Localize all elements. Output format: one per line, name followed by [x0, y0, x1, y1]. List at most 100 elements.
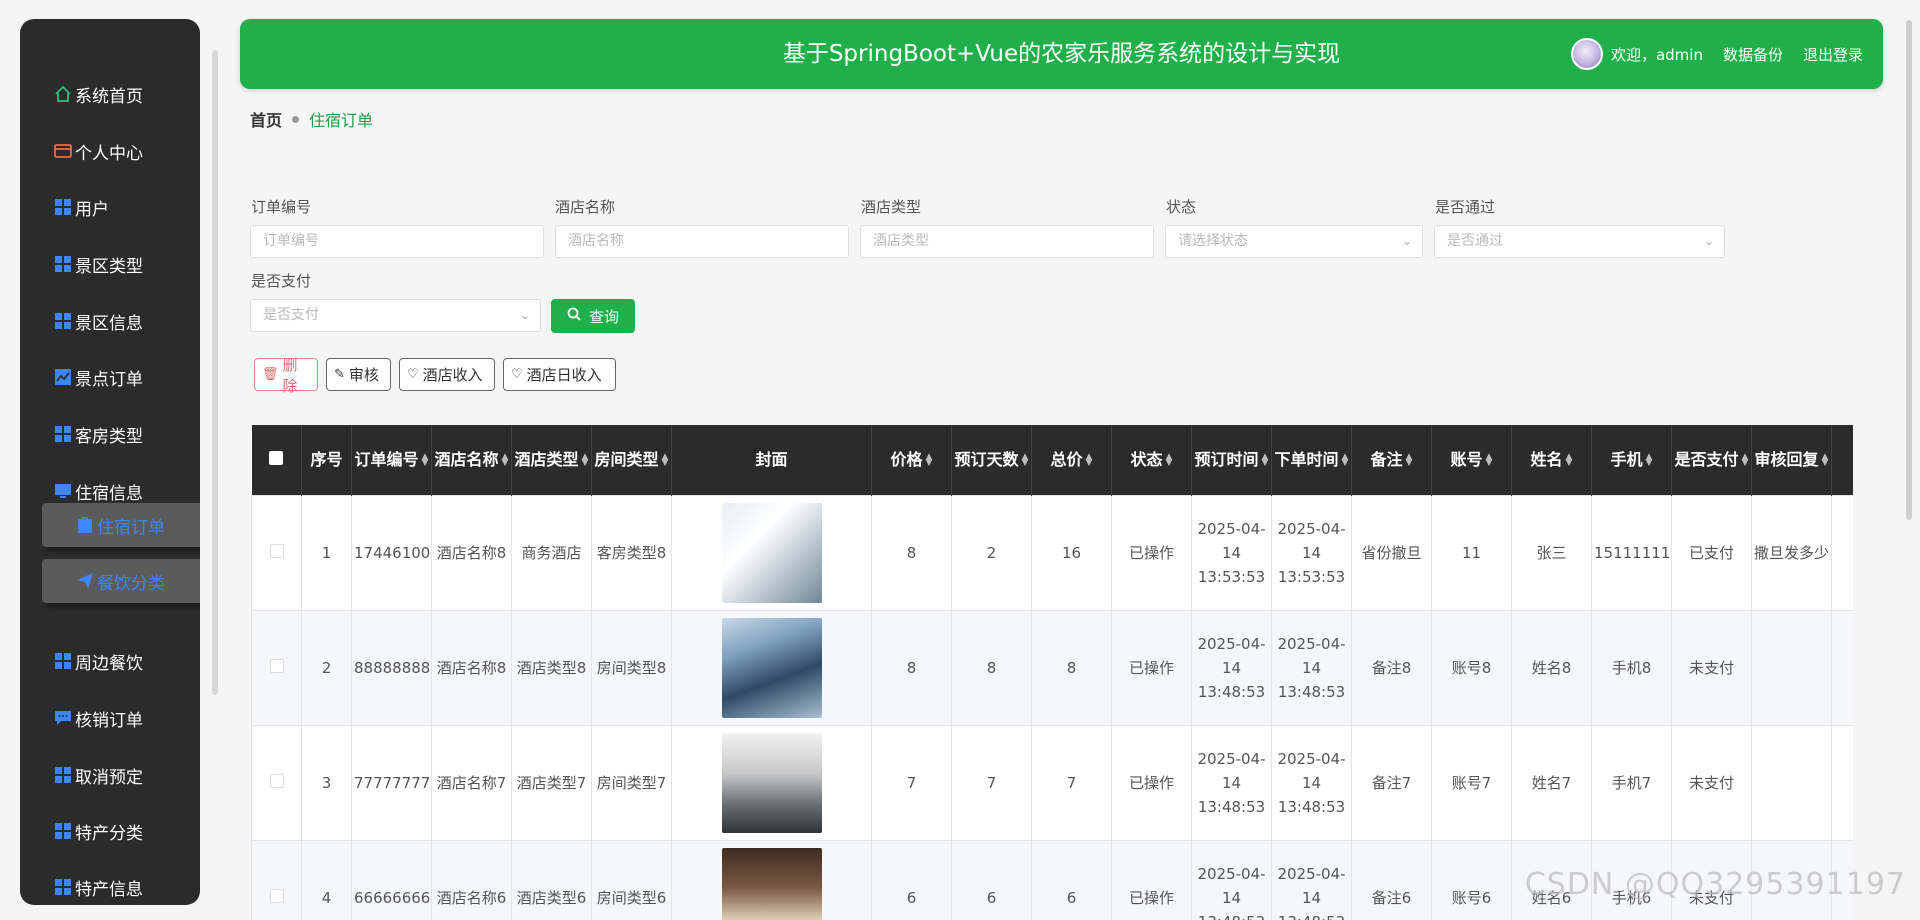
cell-days: 2: [951, 494, 1032, 611]
table-row[interactable]: 1 1744610033467 酒店名称8 商务酒店 客房类型8 8 2 16 …: [251, 494, 1853, 611]
column-header-paid[interactable]: 是否支付 ▲ ▼: [1671, 425, 1752, 495]
sort-icon: ▲ ▼: [1021, 452, 1029, 469]
sort-icon: ▲ ▼: [1821, 452, 1829, 469]
sidebar-item-lodging-orders[interactable]: 住宿订单: [42, 503, 200, 547]
sidebar-item-catering-categories[interactable]: 餐饮分类: [42, 559, 200, 603]
review-button-label: 审核: [348, 366, 379, 384]
watermark: CSDN @QQ3295391197: [1524, 867, 1906, 902]
hotel-type-input[interactable]: 酒店类型: [860, 225, 1154, 258]
row-checkbox[interactable]: [269, 658, 284, 673]
cell-name: 姓名7: [1511, 724, 1592, 841]
select-all-checkbox[interactable]: [251, 425, 302, 495]
paid-select[interactable]: 是否支付 ⌄: [250, 299, 541, 332]
column-header-phone[interactable]: 手机 ▲ ▼: [1591, 425, 1672, 495]
chevron-down-icon: ⌄: [1401, 234, 1412, 248]
status-select[interactable]: 请选择状态 ⌄: [1165, 225, 1423, 258]
review-button[interactable]: ✎ 审核: [326, 358, 391, 391]
table-row[interactable]: 3 7777777777 酒店名称7 酒店类型7 房间类型7 7 7 7 已操作…: [251, 724, 1853, 841]
column-header-review[interactable]: 审: [1831, 425, 1853, 495]
sidebar-item-room-types[interactable]: 客房类型: [20, 412, 200, 456]
cover-image[interactable]: [721, 732, 822, 833]
table-row[interactable]: 2 8888888888 酒店名称8 酒店类型8 房间类型8 8 8 8 已操作…: [251, 609, 1853, 726]
column-header-review-reply[interactable]: 审核回复 ▲ ▼: [1751, 425, 1832, 495]
approved-select[interactable]: 是否通过 ⌄: [1434, 225, 1725, 258]
sidebar-item-users[interactable]: 用户: [20, 185, 200, 229]
hotel-daily-income-button[interactable]: ♡ 酒店日收入: [503, 358, 616, 391]
backup-link[interactable]: 数据备份: [1723, 44, 1783, 65]
heart-icon: ♡: [407, 367, 419, 382]
sort-icon: ▲ ▼: [1341, 452, 1349, 469]
breadcrumb: 首页 住宿订单: [250, 107, 373, 131]
cell-hotel-type: 酒店类型7: [511, 724, 592, 841]
column-header-note[interactable]: 备注 ▲ ▼: [1351, 425, 1432, 495]
column-header-name[interactable]: 姓名 ▲ ▼: [1511, 425, 1592, 495]
breadcrumb-home[interactable]: 首页: [250, 107, 282, 131]
cover-image[interactable]: [721, 502, 822, 603]
sort-icon: ▲ ▼: [661, 452, 669, 469]
cover-image[interactable]: [721, 617, 822, 718]
avatar[interactable]: [1570, 38, 1603, 70]
column-header-room-type[interactable]: 房间类型 ▲ ▼: [591, 425, 672, 495]
cover-image[interactable]: [721, 847, 822, 920]
cell-review: [1831, 494, 1853, 611]
order-number-input[interactable]: 订单编号: [250, 225, 544, 258]
column-header-status[interactable]: 状态 ▲ ▼: [1111, 425, 1192, 495]
sidebar-item-cancel-booking[interactable]: 取消预定: [20, 753, 200, 797]
column-header-booking-time[interactable]: 预订时间 ▲ ▼: [1191, 425, 1272, 495]
send-icon: [76, 572, 94, 590]
sort-icon: ▲ ▼: [1565, 452, 1573, 469]
sidebar-item-nearby-dining[interactable]: 周边餐饮: [20, 639, 200, 683]
trash-icon: 🗑: [262, 367, 279, 382]
status-select-placeholder: 请选择状态: [1178, 233, 1248, 249]
sidebar-item-label: 景区信息: [75, 313, 143, 334]
sort-icon: ▲ ▼: [1261, 452, 1269, 469]
grid-icon: [54, 312, 72, 330]
sidebar-item-label: 住宿信息: [75, 483, 143, 504]
column-header-account[interactable]: 账号 ▲ ▼: [1431, 425, 1512, 495]
cell-index: 1: [301, 494, 352, 611]
cell-total: 8: [1031, 609, 1112, 726]
search-button[interactable]: 查询: [551, 299, 635, 333]
sidebar-item-verify-orders[interactable]: 核销订单: [20, 696, 200, 740]
sidebar-item-home[interactable]: 系统首页: [20, 72, 200, 116]
cell-price: 8: [871, 609, 952, 726]
status-label: 状态: [1166, 198, 1197, 216]
cell-hotel-name: 酒店名称7: [431, 724, 512, 841]
logout-link[interactable]: 退出登录: [1803, 44, 1863, 65]
sidebar-scrollbar[interactable]: [212, 50, 218, 695]
column-header-days[interactable]: 预订天数 ▲ ▼: [951, 425, 1032, 495]
cell-note: 备注8: [1351, 609, 1432, 726]
column-header-hotel-type[interactable]: 酒店类型 ▲ ▼: [511, 425, 592, 495]
sidebar-item-specialty-info[interactable]: 特产信息: [20, 865, 200, 905]
sidebar-item-scenic-types[interactable]: 景区类型: [20, 242, 200, 286]
page-scrollbar[interactable]: [1906, 20, 1912, 520]
sidebar-item-profile[interactable]: 个人中心: [20, 129, 200, 173]
sidebar-item-label: 特产分类: [75, 823, 143, 844]
sidebar-item-scenic-orders[interactable]: 景点订单: [20, 355, 200, 399]
column-header-price[interactable]: 价格 ▲ ▼: [871, 425, 952, 495]
cell-hotel-type: 酒店类型6: [511, 839, 592, 920]
hotel-name-input[interactable]: 酒店名称: [555, 225, 849, 258]
hotel-income-button[interactable]: ♡ 酒店收入: [399, 358, 495, 391]
cell-days: 6: [951, 839, 1032, 920]
sidebar-item-specialty-categories[interactable]: 特产分类: [20, 809, 200, 853]
column-header-total[interactable]: 总价 ▲ ▼: [1031, 425, 1112, 495]
row-checkbox[interactable]: [269, 888, 284, 903]
sort-icon: ▲ ▼: [1405, 452, 1413, 469]
cell-order-number: 8888888888: [351, 609, 432, 726]
cell-review: [1831, 609, 1853, 726]
row-checkbox[interactable]: [269, 543, 284, 558]
cell-index: 4: [301, 839, 352, 920]
sidebar-item-label: 取消预定: [75, 767, 143, 788]
column-header-order-time[interactable]: 下单时间 ▲ ▼: [1271, 425, 1352, 495]
paid-label: 是否支付: [251, 272, 312, 290]
column-header-order-number[interactable]: 订单编号 ▲ ▼: [351, 425, 432, 495]
cell-index: 2: [301, 609, 352, 726]
orders-table: 序号 订单编号 ▲ ▼ 酒店名称 ▲ ▼ 酒店类型 ▲ ▼ 房间类型 ▲ ▼ 封面 价格 ▲ ▼ 预…: [251, 425, 1853, 920]
sidebar-item-scenic-info[interactable]: 景区信息: [20, 299, 200, 343]
delete-button[interactable]: 🗑 删除: [254, 356, 318, 395]
column-header-hotel-name[interactable]: 酒店名称 ▲ ▼: [431, 425, 512, 495]
row-checkbox[interactable]: [269, 773, 284, 788]
cell-room-type: 房间类型7: [591, 724, 672, 841]
sidebar-item-label: 周边餐饮: [75, 653, 143, 674]
